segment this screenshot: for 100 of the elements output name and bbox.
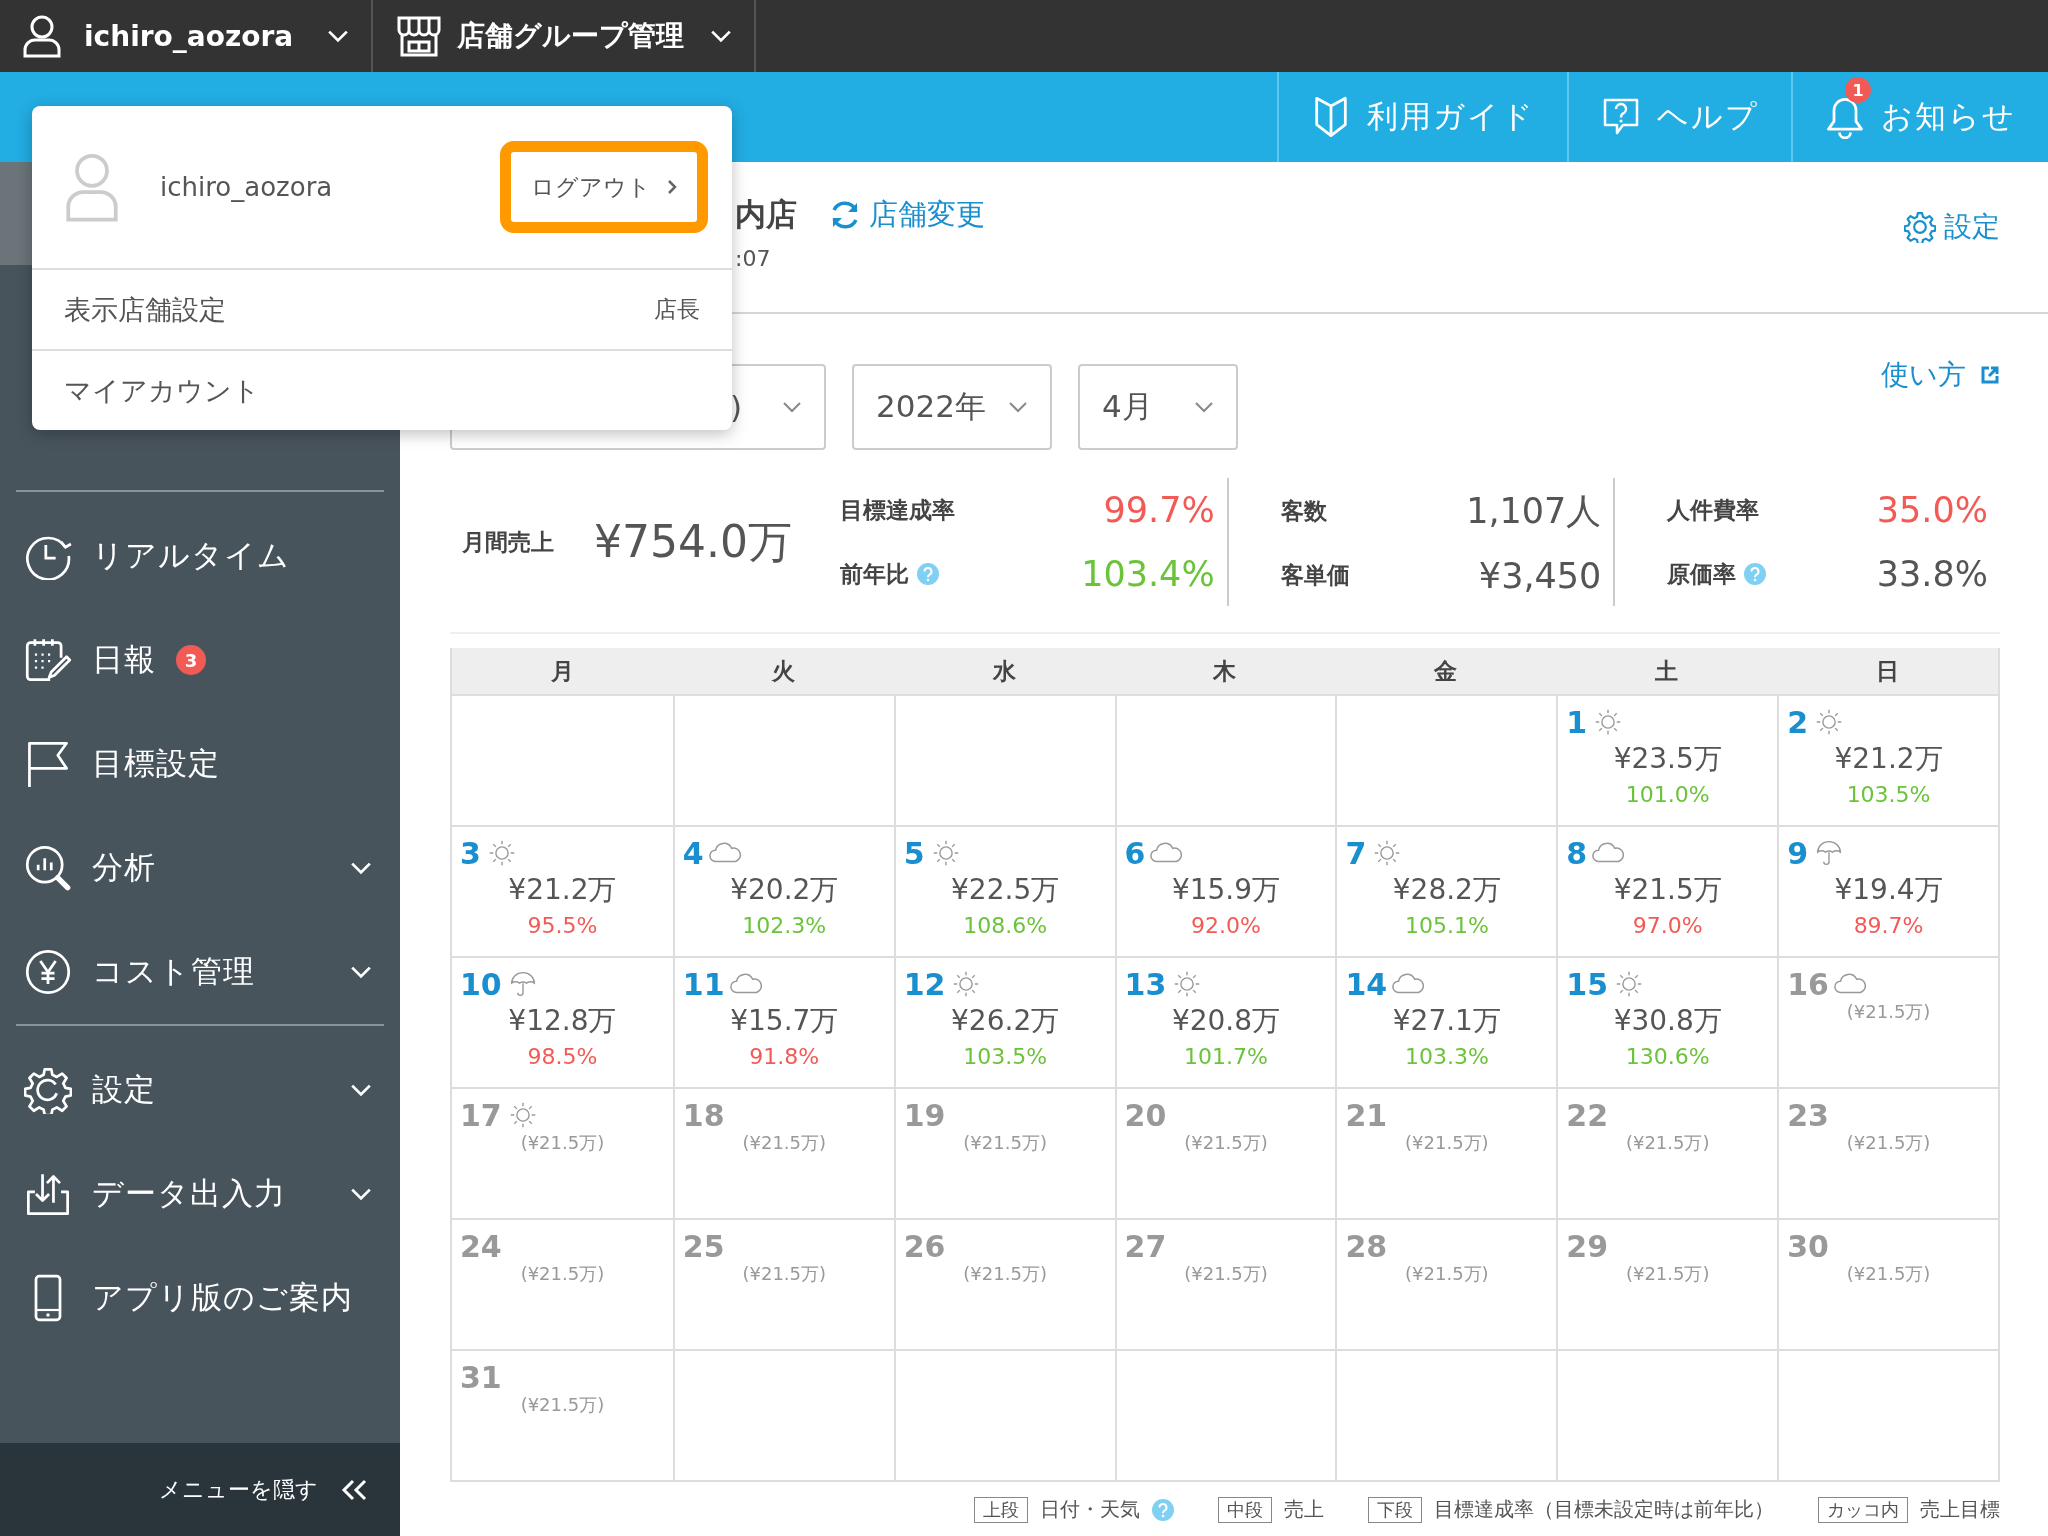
help-icon[interactable]	[1152, 1498, 1174, 1521]
sales-target: (¥21.5万)	[1625, 1131, 1710, 1155]
day-number: 14	[1345, 966, 1388, 1002]
day-number: 3	[460, 835, 481, 871]
weekday-header: 水	[991, 656, 1017, 686]
stat-value: 1,107人	[1466, 490, 1602, 534]
day-number: 25	[682, 1228, 725, 1264]
weekday-header: 日	[1875, 656, 1901, 686]
logout-button[interactable]: ログアウト	[500, 141, 708, 233]
hide-menu-link[interactable]: メニューを隠す	[159, 1474, 318, 1505]
stat-label: 月間売上	[462, 527, 554, 557]
chevron-right-icon	[667, 179, 677, 195]
achievement-rate: 89.7%	[1853, 913, 1924, 938]
sales-target: (¥21.5万)	[963, 1131, 1047, 1155]
achievement-rate: 97.0%	[1632, 913, 1703, 938]
daily-sales: ¥19.4万	[1834, 872, 1943, 908]
sales-target: (¥21.5万)	[1184, 1131, 1268, 1155]
achievement-rate: 101.0%	[1625, 782, 1710, 807]
sidebar-item[interactable]: リアルタイム	[0, 504, 400, 608]
gear-icon	[24, 1066, 72, 1114]
daily-sales: ¥23.5万	[1613, 741, 1722, 777]
day-number: 11	[682, 966, 725, 1002]
day-number: 21	[1345, 1097, 1388, 1133]
day-number: 5	[903, 835, 925, 871]
chevron-down-icon	[350, 1083, 372, 1097]
daily-sales: ¥21.2万	[508, 872, 617, 908]
settings-link[interactable]: 設定	[1904, 208, 2000, 246]
weekday-header: 木	[1212, 656, 1238, 686]
double-chevron-left-icon	[340, 1478, 368, 1501]
store-icon	[395, 14, 444, 58]
legend-text: 日付・天気	[1040, 1496, 1140, 1523]
day-number: 28	[1345, 1228, 1388, 1264]
sales-target: (¥21.5万)	[520, 1131, 605, 1155]
day-number: 7	[1345, 835, 1367, 871]
sales-target: (¥21.5万)	[742, 1131, 827, 1155]
sidebar-item[interactable]: 目標設定	[0, 712, 400, 816]
stat-label: 人件費率	[1667, 495, 1760, 525]
day-number: 31	[460, 1359, 502, 1395]
sidebar-item[interactable]: 日報 3	[0, 608, 400, 712]
bell-icon	[1825, 95, 1865, 139]
day-number: 23	[1787, 1097, 1829, 1133]
stat-label: 目標達成率	[840, 495, 955, 525]
how-to-link[interactable]: 使い方	[1881, 356, 2000, 394]
help-icon[interactable]	[1744, 563, 1767, 585]
chevron-down-icon	[782, 401, 802, 413]
daily-sales: ¥21.5万	[1613, 872, 1722, 908]
weekday-header: 月	[549, 656, 575, 686]
sidebar-item[interactable]: アプリ版のご案内	[0, 1246, 400, 1350]
stat-label: 原価率	[1667, 559, 1737, 589]
achievement-rate: 108.6%	[963, 913, 1048, 938]
count-badge: 3	[176, 645, 206, 675]
role-label: 店長	[654, 295, 700, 324]
sidebar-item[interactable]: 分析	[0, 816, 400, 920]
external-link-icon	[1980, 365, 2000, 385]
day-number: 24	[460, 1228, 502, 1264]
daily-sales: ¥26.2万	[951, 1003, 1060, 1039]
menu-item[interactable]: 表示店舗設定 店長	[32, 270, 732, 351]
stat-value: 103.4%	[1081, 554, 1215, 594]
username: ichiro_aozora	[160, 172, 334, 202]
achievement-rate: 103.5%	[1846, 782, 1931, 807]
stat-label: 客単価	[1280, 561, 1350, 591]
day-number: 27	[1124, 1228, 1167, 1264]
magnifier-chart-icon	[24, 844, 72, 892]
achievement-rate: 103.3%	[1404, 1044, 1489, 1069]
achievement-rate: 95.5%	[527, 913, 598, 938]
sales-target: (¥21.5万)	[963, 1262, 1047, 1286]
legend-text: 売上	[1284, 1496, 1324, 1523]
day-number: 2	[1787, 704, 1808, 740]
day-number: 29	[1566, 1228, 1609, 1264]
stat-label: 前年比	[840, 559, 909, 589]
achievement-rate: 130.6%	[1625, 1044, 1710, 1069]
day-number: 12	[903, 966, 946, 1002]
help-icon[interactable]	[917, 563, 939, 585]
sidebar-item[interactable]: コスト管理	[0, 920, 400, 1024]
daily-sales: ¥15.7万	[730, 1003, 839, 1039]
sidebar-item[interactable]: データ出入力	[0, 1142, 400, 1246]
user-icon	[22, 14, 62, 58]
stat-value: ¥3,450	[1478, 555, 1602, 596]
notification-badge: 1	[1845, 77, 1871, 103]
achievement-rate: 105.1%	[1404, 913, 1489, 938]
menu-item[interactable]: マイアカウント	[32, 351, 732, 430]
legend-tag: カッコ内	[1818, 1496, 1908, 1523]
sales-target: (¥21.5万)	[1405, 1262, 1489, 1286]
legend-tag: 上段	[974, 1496, 1028, 1523]
change-store-link[interactable]: 店舗変更	[829, 195, 985, 235]
day-number: 13	[1124, 966, 1167, 1002]
sidebar-item[interactable]: 設定	[0, 1038, 400, 1142]
daily-sales: ¥30.8万	[1613, 1003, 1722, 1039]
day-number: 20	[1124, 1097, 1167, 1133]
achievement-rate: 92.0%	[1191, 913, 1261, 938]
achievement-rate: 101.7%	[1184, 1044, 1268, 1069]
stat-value: 33.8%	[1876, 554, 1988, 594]
gear-icon	[1904, 211, 1936, 243]
chevron-down-icon	[710, 29, 733, 43]
daily-sales: ¥28.2万	[1392, 872, 1501, 908]
legend-tag: 中段	[1218, 1496, 1272, 1523]
select-dropdown[interactable]: 2022年	[852, 364, 1052, 450]
achievement-rate: 103.5%	[963, 1044, 1048, 1069]
select-dropdown[interactable]: 4月	[1078, 364, 1238, 450]
day-number: 30	[1787, 1228, 1829, 1264]
